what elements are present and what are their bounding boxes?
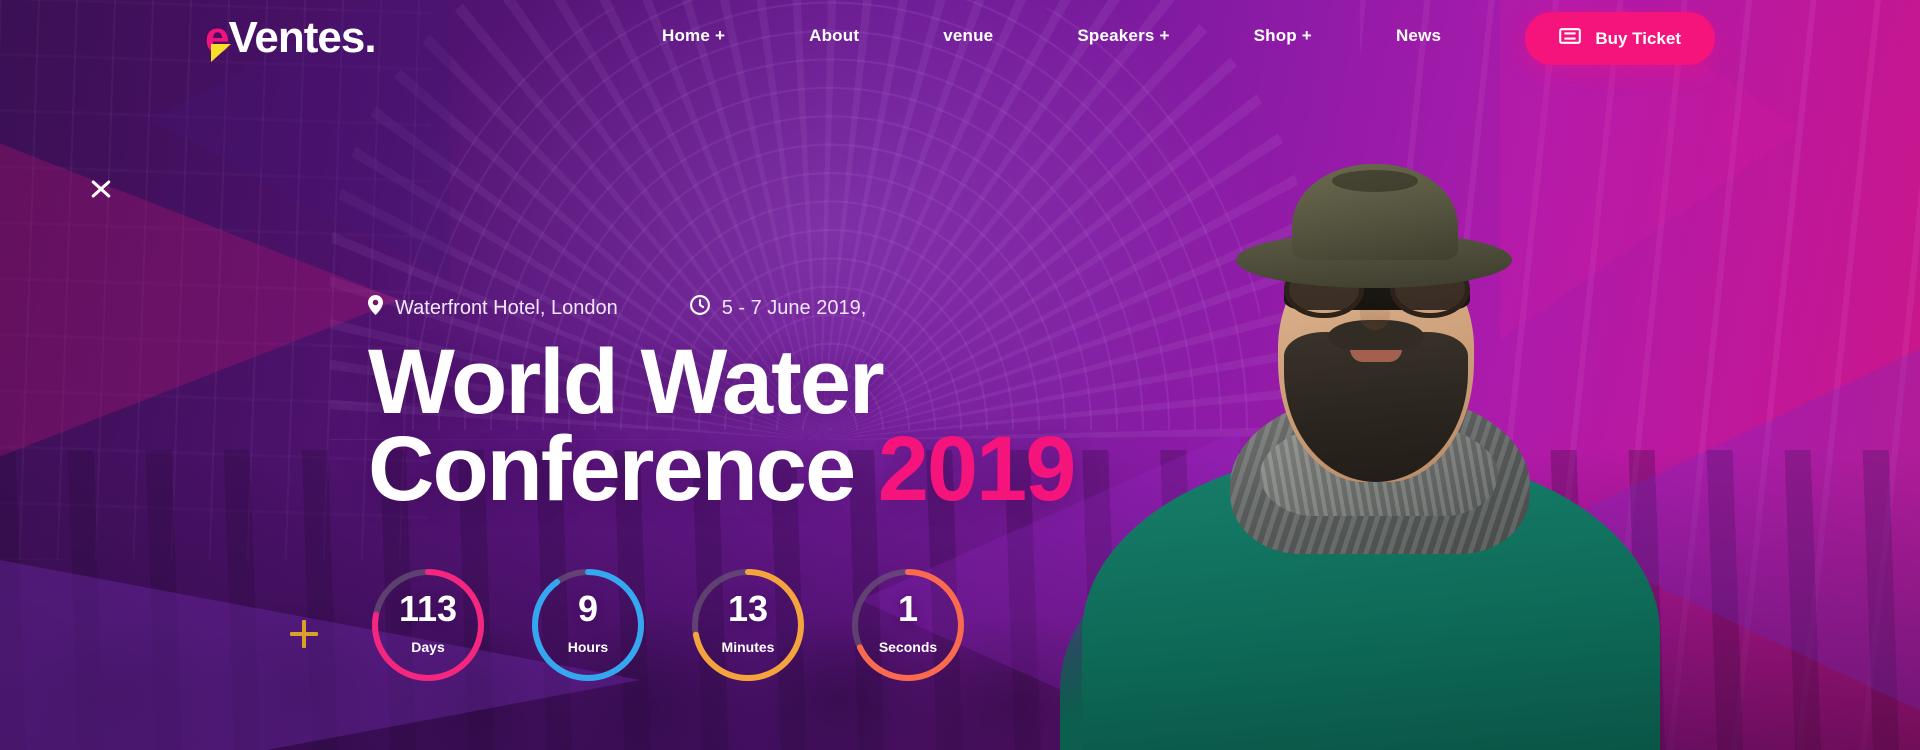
- title-line-2: Conference 2019: [368, 423, 1076, 515]
- hero-meta: Waterfront Hotel, London 5 - 7 June 2019…: [368, 295, 1074, 321]
- title-line-1: World Water: [368, 331, 885, 433]
- countdown-unit-minutes: 13 Minutes: [688, 565, 808, 685]
- countdown-label-minutes: Minutes: [721, 639, 775, 655]
- page-title: World Water Conference 2019: [368, 331, 1076, 516]
- nav-item-speakers[interactable]: Speakers +: [1035, 26, 1211, 46]
- countdown-value-seconds: 1: [897, 588, 919, 629]
- speaker-portrait: [1060, 110, 1680, 750]
- ticket-icon: [1559, 28, 1582, 49]
- nav-item-about[interactable]: About: [767, 26, 901, 46]
- countdown-unit-days: 113 Days: [368, 565, 488, 685]
- portrait-hat: [1236, 164, 1512, 288]
- hero-location: Waterfront Hotel, London: [368, 295, 618, 321]
- buy-ticket-label: Buy Ticket: [1595, 28, 1681, 48]
- countdown-label-days: Days: [411, 639, 445, 655]
- logo-text-rest: Ventes.: [228, 13, 376, 62]
- hero-banner: e Ventes. Home + About venue Speakers + …: [0, 0, 1920, 750]
- site-logo[interactable]: e Ventes.: [205, 13, 377, 62]
- decorative-triangle-left: [0, 120, 400, 480]
- map-pin-icon: [368, 295, 383, 321]
- hero-location-text: Waterfront Hotel, London: [395, 296, 618, 319]
- plus-decoration-icon: [290, 620, 318, 648]
- title-line-2-text: Conference: [368, 418, 878, 521]
- countdown-value-hours: 9: [577, 588, 599, 629]
- nav-item-shop[interactable]: Shop +: [1212, 26, 1354, 46]
- countdown-unit-hours: 9 Hours: [528, 565, 648, 685]
- clock-icon: [689, 295, 710, 321]
- title-year: 2019: [877, 418, 1077, 521]
- main-navigation: Home + About venue Speakers + Shop + New…: [620, 0, 1483, 72]
- buy-ticket-button[interactable]: Buy Ticket: [1525, 12, 1715, 65]
- hat-crease: [1332, 170, 1418, 192]
- nav-item-home[interactable]: Home +: [620, 26, 767, 46]
- site-header: e Ventes. Home + About venue Speakers + …: [0, 0, 1920, 72]
- countdown-value-days: 113: [398, 588, 458, 629]
- hero-content: Waterfront Hotel, London 5 - 7 June 2019…: [368, 295, 1076, 516]
- countdown-timer: 113 Days 9 Hours 13 Minutes 1 Seconds: [368, 565, 968, 685]
- countdown-value-minutes: 13: [727, 588, 769, 629]
- x-decoration-icon: [88, 176, 114, 202]
- hero-date-text: 5 - 7 June 2019,: [721, 296, 867, 319]
- hero-date: 5 - 7 June 2019,: [689, 295, 867, 321]
- nav-item-venue[interactable]: venue: [901, 26, 1035, 46]
- nav-item-news[interactable]: News: [1354, 26, 1483, 46]
- portrait-lip: [1350, 349, 1402, 362]
- countdown-label-seconds: Seconds: [878, 639, 938, 655]
- countdown-label-hours: Hours: [567, 639, 609, 655]
- countdown-unit-seconds: 1 Seconds: [848, 565, 968, 685]
